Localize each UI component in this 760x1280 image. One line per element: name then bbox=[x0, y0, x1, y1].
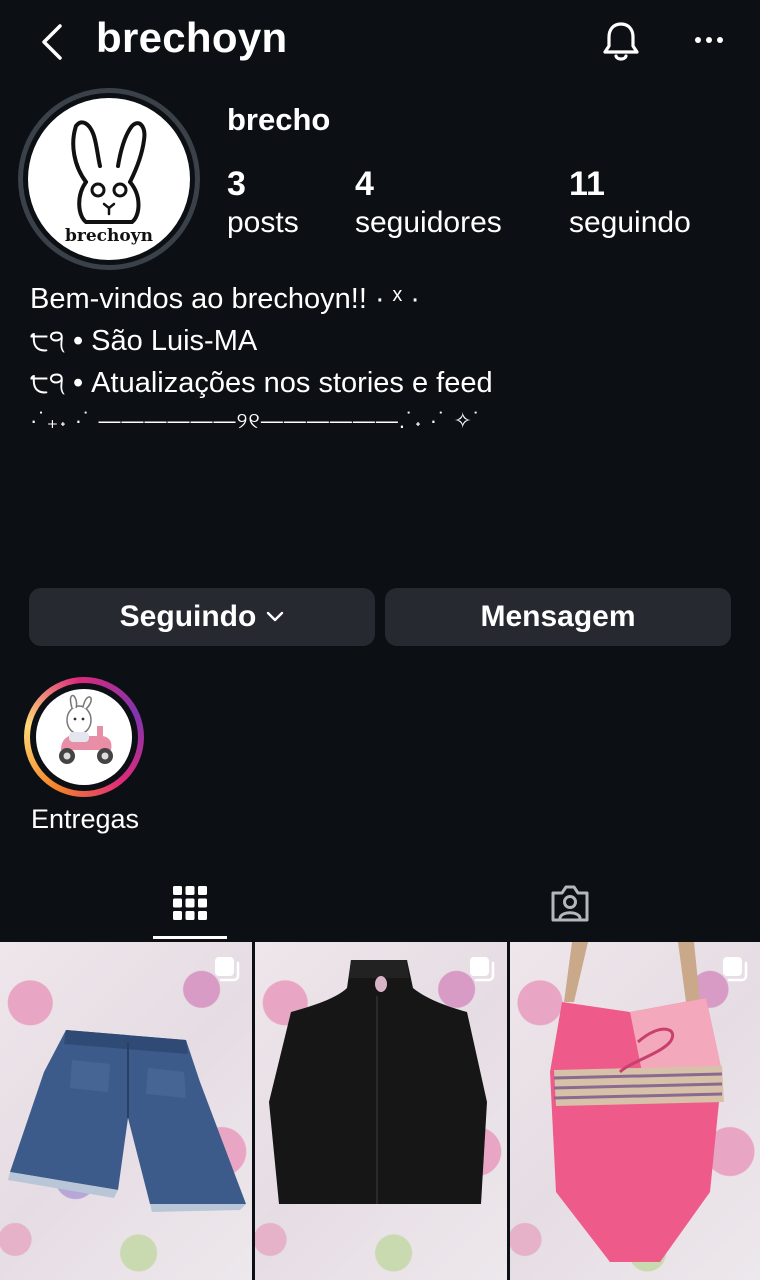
page-title: brechoyn bbox=[96, 14, 288, 61]
stat-value: 11 bbox=[569, 165, 605, 203]
tab-tagged[interactable] bbox=[380, 872, 760, 934]
chevron-down-icon bbox=[266, 611, 284, 623]
message-label: Mensagem bbox=[480, 600, 636, 633]
bio-line: ·˙₊˖ ·˙ ——————୨୧——————.˙˖ ·˙ ✧˙ bbox=[30, 408, 482, 433]
stat-followers[interactable]: 4 seguidores bbox=[355, 164, 502, 242]
post-thumbnail[interactable] bbox=[0, 942, 252, 1280]
multiple-photos-icon bbox=[470, 957, 495, 982]
tab-posts-grid[interactable] bbox=[0, 872, 380, 934]
stat-value: 4 bbox=[355, 165, 374, 203]
stat-label: seguidores bbox=[355, 206, 502, 239]
multiple-photos-icon bbox=[723, 957, 748, 982]
grid-icon bbox=[173, 886, 207, 920]
post-thumbnail[interactable] bbox=[255, 942, 507, 1280]
following-label: Seguindo bbox=[119, 600, 257, 633]
display-name: brecho bbox=[227, 102, 331, 137]
message-button[interactable]: Mensagem bbox=[385, 588, 731, 646]
pink-bodysuit-image bbox=[550, 942, 724, 1262]
stat-label: posts bbox=[227, 206, 299, 239]
post-thumbnail[interactable] bbox=[510, 942, 760, 1280]
tagged-person-icon bbox=[551, 885, 589, 922]
highlight-cover bbox=[36, 689, 132, 785]
denim-shorts-image bbox=[8, 1030, 246, 1212]
bell-icon bbox=[603, 22, 639, 61]
bunny-logo: brechoyn bbox=[65, 120, 153, 246]
bunny-scooter-illustration bbox=[59, 694, 113, 764]
stat-posts[interactable]: 3 posts bbox=[227, 164, 299, 242]
stat-label: seguindo bbox=[569, 206, 691, 239]
bio-line: Bem-vindos ao brechoyn!! · ˣ · bbox=[30, 283, 420, 315]
following-button[interactable]: Seguindo bbox=[29, 588, 375, 646]
more-options-button[interactable] bbox=[686, 18, 732, 62]
avatar: brechoyn bbox=[28, 98, 190, 260]
bio-line: ੮੧ • Atualizações nos stories e feed bbox=[30, 367, 493, 399]
profile-avatar[interactable]: brechoyn bbox=[18, 88, 200, 270]
highlight-gap bbox=[30, 683, 138, 791]
stat-value: 3 bbox=[227, 165, 246, 203]
stat-following[interactable]: 11 seguindo bbox=[569, 164, 691, 242]
black-top-image bbox=[269, 960, 487, 1204]
more-horizontal-icon bbox=[695, 37, 723, 43]
highlight-entregas[interactable] bbox=[24, 677, 144, 797]
bio: Bem-vindos ao brechoyn!! · ˣ · ੮੧ • São … bbox=[30, 278, 730, 438]
highlight-label: Entregas bbox=[30, 804, 140, 834]
bio-line: ੮੧ • São Luis-MA bbox=[30, 325, 258, 357]
active-tab-indicator bbox=[153, 936, 227, 939]
back-button[interactable] bbox=[30, 18, 74, 66]
chevron-left-icon bbox=[42, 24, 62, 60]
notifications-button[interactable] bbox=[596, 16, 646, 66]
avatar-caption: brechoyn bbox=[65, 226, 153, 246]
multiple-photos-icon bbox=[215, 957, 240, 982]
